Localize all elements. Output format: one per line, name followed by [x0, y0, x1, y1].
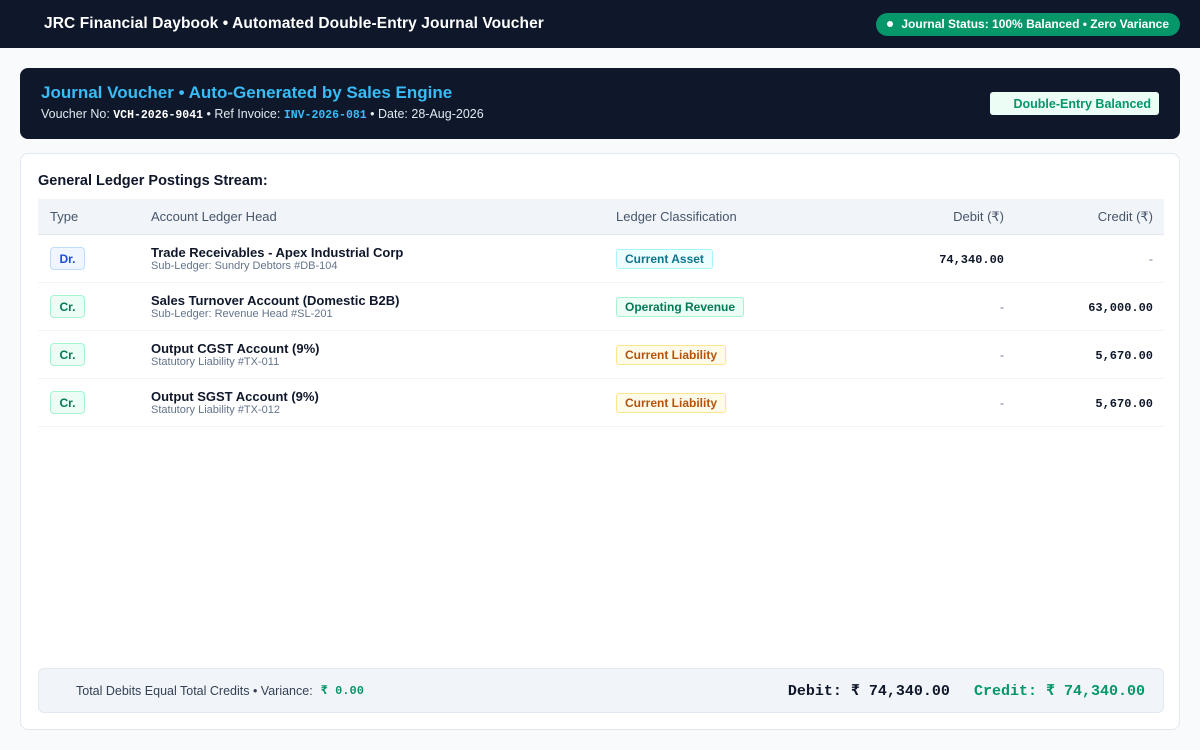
total-debit: Debit: ₹ 74,340.00 — [787, 683, 950, 700]
totals-footer: Total Debits Equal Total Credits • Varia… — [38, 668, 1164, 713]
account-sub-ledger: Statutory Liability #TX-011 — [151, 355, 280, 368]
double-entry-badge: Double-Entry Balanced — [990, 92, 1159, 115]
type-badge: Cr. — [50, 343, 85, 366]
account-name: Output CGST Account (9%) — [151, 340, 320, 356]
column-header-type: Type — [50, 209, 79, 224]
status-dot-icon — [887, 21, 894, 27]
column-header-debit: Debit (₹) — [953, 208, 1004, 224]
totals-amounts: Debit: ₹ 74,340.00 Credit: ₹ 74,340.00 — [788, 681, 1145, 700]
app-title: JRC Financial Daybook • Automated Double… — [44, 15, 544, 32]
meta-separator: • — [370, 107, 379, 121]
type-badge: Cr. — [50, 391, 85, 414]
totals-label: Total Debits Equal Total Credits • Varia… — [76, 683, 313, 698]
debit-amount: 74,340.00 — [939, 252, 1004, 267]
column-header-account: Account Ledger Head — [151, 209, 277, 224]
ledger-table: Type Account Ledger Head Ledger Classifi… — [38, 199, 1164, 427]
journal-status-label: Journal Status: 100% Balanced • Zero Var… — [901, 17, 1169, 31]
classification-badge: Operating Revenue — [616, 296, 745, 317]
column-header-classification: Ledger Classification — [616, 209, 737, 224]
table-row: Cr. Sales Turnover Account (Domestic B2B… — [38, 283, 1164, 331]
voucher-header: Journal Voucher • Auto-Generated by Sale… — [20, 68, 1180, 139]
classification-badge: Current Liability — [616, 344, 727, 365]
credit-amount: - — [1149, 251, 1153, 266]
classification-badge: Current Liability — [616, 392, 727, 413]
date-label: Date: — [378, 107, 408, 121]
table-row: Cr. Output SGST Account (9%) Statutory L… — [38, 379, 1164, 427]
account-name: Sales Turnover Account (Domestic B2B) — [151, 292, 400, 308]
account-sub-ledger: Sub-Ledger: Revenue Head #SL-201 — [151, 307, 333, 320]
account-sub-ledger: Statutory Liability #TX-012 — [151, 403, 281, 416]
table-header: Type Account Ledger Head Ledger Classifi… — [38, 199, 1164, 235]
credit-amount: 63,000.00 — [1088, 300, 1153, 315]
account-sub-ledger: Sub-Ledger: Sundry Debtors #DB-104 — [151, 259, 338, 272]
totals-summary: Total Debits Equal Total Credits • Varia… — [76, 683, 364, 699]
top-bar: JRC Financial Daybook • Automated Double… — [0, 0, 1200, 48]
credit-amount: 5,670.00 — [1095, 396, 1153, 411]
section-title: General Ledger Postings Stream: — [38, 173, 268, 189]
credit-amount: 5,670.00 — [1095, 348, 1153, 363]
column-header-credit: Credit (₹) — [1097, 208, 1153, 224]
journal-status-pill: Journal Status: 100% Balanced • Zero Var… — [876, 12, 1180, 36]
voucher-title: Journal Voucher • Auto-Generated by Sale… — [41, 83, 453, 102]
voucher-info: Journal Voucher • Auto-Generated by Sale… — [41, 83, 484, 122]
table-row: Dr. Trade Receivables - Apex Industrial … — [38, 235, 1164, 283]
type-badge: Dr. — [50, 247, 85, 270]
date-value: 28-Aug-2026 — [411, 107, 484, 121]
variance-value: ₹ 0.00 — [320, 684, 364, 698]
ref-invoice-label: Ref Invoice: — [214, 107, 281, 121]
voucher-no-value: VCH-2026-9041 — [113, 109, 203, 122]
account-name: Trade Receivables - Apex Industrial Corp — [151, 244, 404, 260]
classification-badge: Current Asset — [616, 248, 713, 269]
ref-invoice-value: INV-2026-081 — [283, 109, 367, 122]
voucher-meta: Voucher No: VCH-2026-9041 • Ref Invoice:… — [41, 107, 484, 122]
account-name: Output SGST Account (9%) — [151, 388, 319, 404]
ledger-card: General Ledger Postings Stream: Type Acc… — [20, 153, 1180, 730]
voucher-no-label: Voucher No: — [41, 107, 110, 121]
table-row: Cr. Output CGST Account (9%) Statutory L… — [38, 331, 1164, 379]
type-badge: Cr. — [50, 295, 85, 318]
total-credit: Credit: ₹ 74,340.00 — [973, 683, 1145, 700]
